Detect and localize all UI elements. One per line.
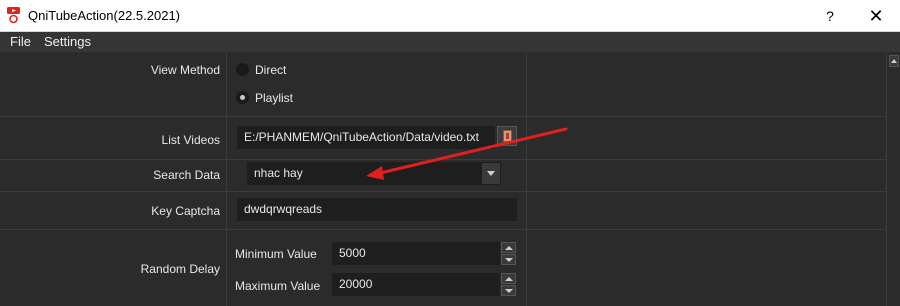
triangle-down-icon[interactable] (501, 254, 516, 265)
radio-playlist[interactable] (236, 91, 249, 104)
minimum-value-label: Minimum Value (235, 247, 317, 261)
key-captcha-field[interactable]: dwdqrwqreads (237, 198, 517, 221)
close-button[interactable]: ✕ (854, 0, 898, 32)
menu-settings[interactable]: Settings (44, 32, 91, 52)
minimum-value-spinbox[interactable]: 5000 (332, 242, 500, 265)
search-data-combobox[interactable]: nhac hay (247, 162, 501, 185)
menu-file[interactable]: File (10, 32, 31, 52)
window-title: QniTubeAction(22.5.2021) (28, 8, 181, 23)
list-videos-label: List Videos (161, 133, 220, 147)
radio-direct[interactable] (236, 63, 249, 76)
menu-bar: File Settings (0, 32, 900, 52)
row-divider (0, 191, 886, 192)
vertical-scrollbar[interactable] (886, 53, 900, 306)
column-divider (526, 53, 527, 306)
triangle-up-icon[interactable] (501, 242, 516, 253)
title-bar: QniTubeAction(22.5.2021) ? ✕ (0, 0, 900, 32)
help-button[interactable]: ? (808, 0, 852, 32)
triangle-down-icon[interactable] (501, 285, 516, 296)
maximum-value-stepper[interactable] (501, 273, 516, 296)
settings-panel: View Method Direct Playlist List Videos … (0, 53, 886, 306)
key-captcha-label: Key Captcha (151, 204, 220, 218)
scroll-up-icon[interactable] (889, 55, 899, 67)
row-divider (0, 159, 886, 160)
row-divider (0, 229, 886, 230)
triangle-up-icon[interactable] (501, 273, 516, 284)
youtube-logo-icon (7, 7, 20, 24)
radio-playlist-label[interactable]: Playlist (255, 91, 293, 105)
file-browse-icon (503, 130, 512, 142)
radio-direct-label[interactable]: Direct (255, 63, 286, 77)
search-data-label: Search Data (153, 168, 220, 182)
column-divider (226, 53, 227, 306)
browse-file-button[interactable] (497, 126, 517, 146)
minimum-value-stepper[interactable] (501, 242, 516, 265)
chevron-down-icon[interactable] (481, 163, 500, 184)
view-method-label: View Method (150, 63, 220, 77)
maximum-value-label: Maximum Value (235, 279, 321, 293)
maximum-value-spinbox[interactable]: 20000 (332, 273, 500, 296)
list-videos-path-field[interactable]: E:/PHANMEM/QniTubeAction/Data/video.txt (237, 126, 495, 149)
random-delay-label: Random Delay (140, 262, 220, 276)
row-divider (0, 116, 886, 117)
